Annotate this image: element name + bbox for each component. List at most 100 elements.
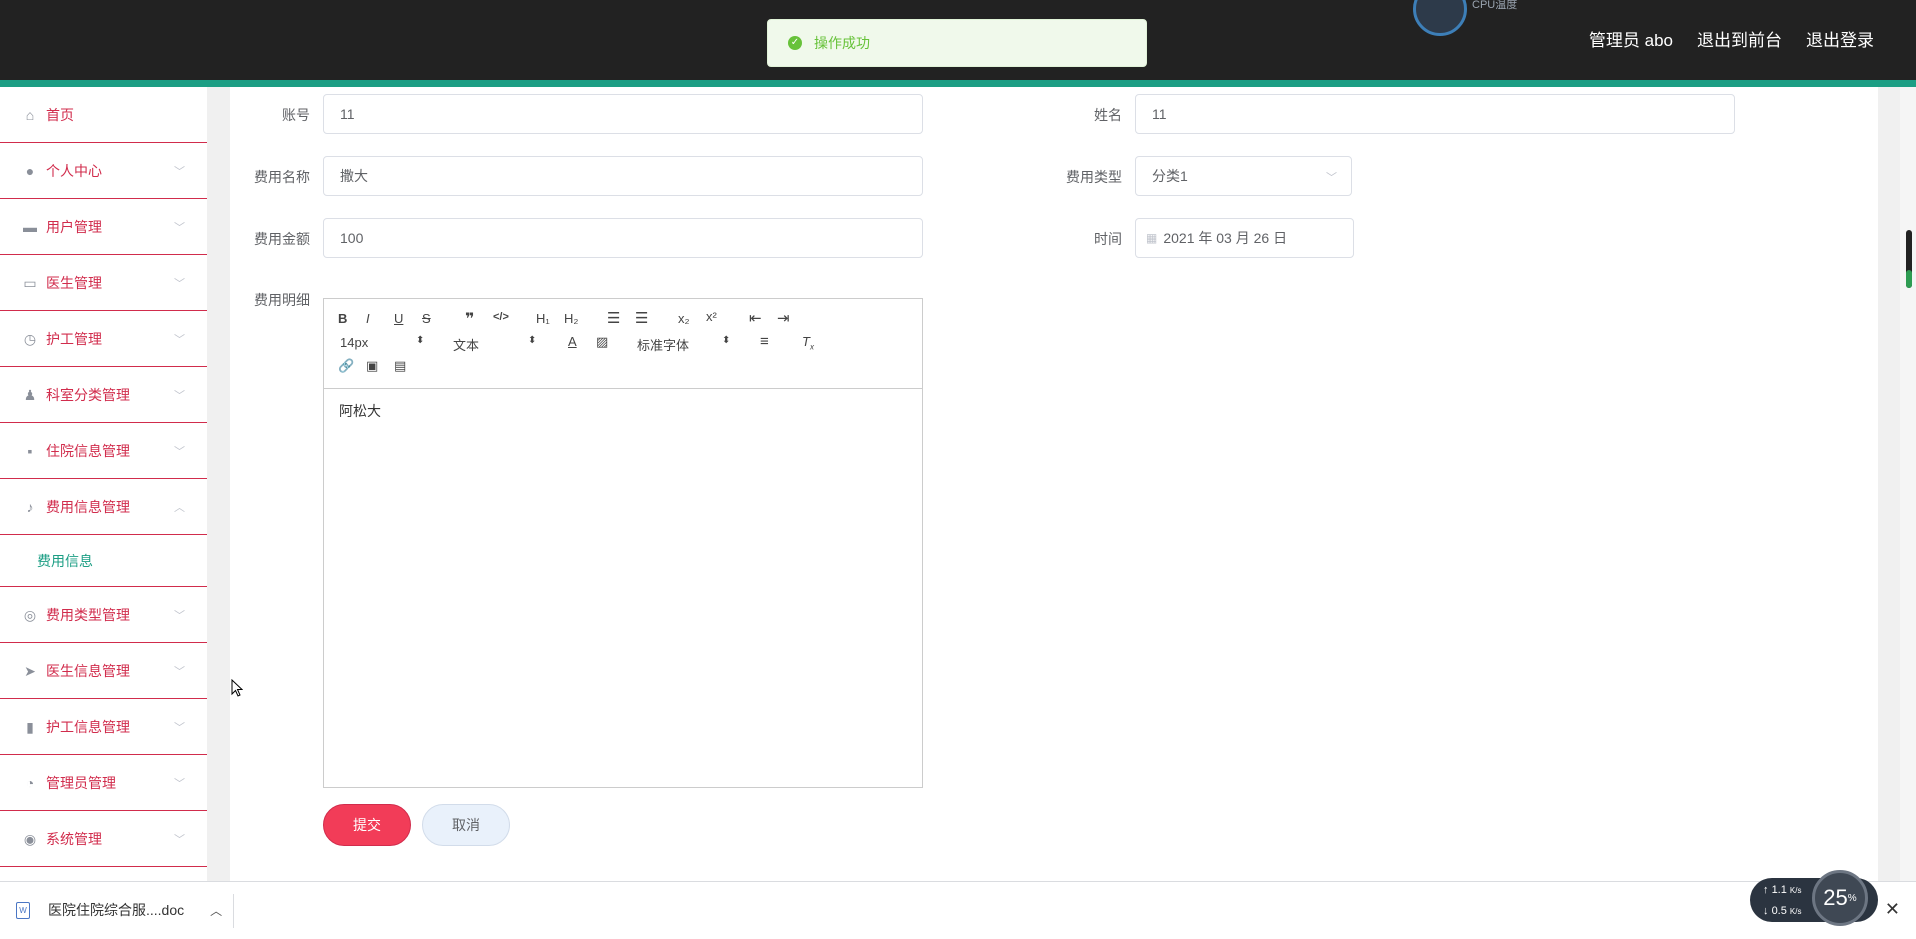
- home-icon: ⌂: [25, 106, 35, 123]
- bar-chart-icon: ▮: [26, 718, 34, 735]
- sidebar-item-label: 费用类型管理: [46, 606, 130, 623]
- date-value: 2021 年 03 月 26 日: [1163, 230, 1288, 246]
- editor-content[interactable]: 阿松大: [324, 389, 922, 433]
- sidebar-item-personal-center[interactable]: ● 个人中心 ﹀: [0, 143, 207, 199]
- sidebar-item-home[interactable]: ⌂ 首页: [0, 87, 207, 143]
- monitor-icon: ▭: [23, 274, 37, 291]
- header-select[interactable]: 文本: [453, 335, 479, 354]
- close-icon[interactable]: ✕: [1885, 899, 1900, 920]
- account-input[interactable]: 11: [323, 94, 923, 134]
- cpu-temperature-widget[interactable]: [1413, 0, 1467, 36]
- name-input[interactable]: 11: [1135, 94, 1735, 134]
- sidebar-item-label: 个人中心: [46, 162, 102, 179]
- sidebar-item-user-management[interactable]: ▬ 用户管理 ﹀: [0, 199, 207, 255]
- underline-icon[interactable]: U: [394, 311, 403, 326]
- date-input[interactable]: ▦ 2021 年 03 月 26 日: [1135, 218, 1354, 258]
- indent-icon[interactable]: ⇥: [777, 309, 790, 327]
- sidebar-item-label: 医生管理: [46, 274, 102, 291]
- font-size-select[interactable]: 14px: [340, 335, 368, 350]
- sidebar-item-department-category[interactable]: ♟ 科室分类管理 ﹀: [0, 367, 207, 423]
- page-scrollbar[interactable]: [1900, 87, 1916, 881]
- link-icon[interactable]: 🔗: [338, 358, 354, 374]
- sidebar-item-fee-type[interactable]: ◎ 费用类型管理 ﹀: [0, 587, 207, 643]
- globe-icon: ◎: [23, 606, 37, 623]
- chevron-down-icon: ﹀: [1326, 172, 1337, 184]
- sidebar-item-nurse-management[interactable]: ◷ 护工管理 ﹀: [0, 311, 207, 367]
- header-select-value: 文本: [453, 338, 480, 353]
- sidebar-item-nurse-info[interactable]: ▮ 护工信息管理 ﹀: [0, 699, 207, 755]
- fee-amount-label: 费用金额: [254, 231, 310, 247]
- download-speed-value: 0.5: [1771, 905, 1787, 917]
- submit-button[interactable]: 提交: [323, 804, 411, 846]
- download-item[interactable]: W 医院住院综合服....doc ︿: [16, 900, 222, 920]
- updown-icon: ⬍: [416, 335, 425, 346]
- sidebar-item-fee-info[interactable]: ♪ 费用信息管理 ︿: [0, 479, 207, 535]
- chevron-down-icon: ﹀: [174, 666, 185, 678]
- sidebar-item-system-management[interactable]: ◉ 系统管理 ﹀: [0, 811, 207, 867]
- font-color-icon[interactable]: A: [568, 334, 577, 349]
- chevron-down-icon: ﹀: [174, 390, 185, 402]
- italic-icon[interactable]: I: [366, 311, 370, 326]
- chat-icon: ▪: [27, 442, 33, 459]
- sidebar-item-label: 系统管理: [46, 830, 102, 847]
- account-label: 账号: [282, 107, 310, 123]
- font-family-select[interactable]: 标准字体: [637, 335, 689, 354]
- chevron-up-icon[interactable]: ︿: [210, 902, 222, 919]
- image-icon[interactable]: ▣: [366, 358, 378, 374]
- align-icon[interactable]: ≡: [760, 333, 769, 350]
- cancel-button[interactable]: 取消: [422, 804, 510, 846]
- name-label: 姓名: [1094, 107, 1122, 123]
- usage-percent-circle[interactable]: 25%: [1812, 870, 1868, 926]
- doc-file-icon: W: [16, 901, 30, 919]
- mic-icon: ♪: [26, 498, 34, 515]
- code-block-icon[interactable]: </>: [493, 311, 509, 323]
- header1-icon[interactable]: H₁: [536, 311, 550, 326]
- upload-unit: K/s: [1789, 886, 1802, 895]
- sidebar-item-admin-management[interactable]: ◔ 管理员管理 ﹀: [0, 755, 207, 811]
- sidebar-item-label: 护工管理: [46, 330, 102, 347]
- superscript-icon[interactable]: x²: [706, 309, 717, 324]
- bold-icon[interactable]: B: [338, 311, 347, 326]
- ordered-list-icon[interactable]: ☰: [607, 309, 620, 327]
- subscript-icon[interactable]: x₂: [678, 311, 690, 326]
- fee-name-label: 费用名称: [254, 169, 310, 185]
- scrollbar-thumb-accent: [1906, 270, 1912, 288]
- fee-type-select[interactable]: 分类1 ﹀: [1135, 156, 1352, 196]
- outdent-icon[interactable]: ⇤: [749, 309, 762, 327]
- bullet-list-icon[interactable]: ☰: [635, 309, 648, 327]
- upload-speed-value: 1.1: [1771, 884, 1787, 896]
- blockquote-icon[interactable]: ❞: [465, 309, 474, 329]
- fee-name-input[interactable]: 撒大: [323, 156, 923, 196]
- logout-link[interactable]: 退出登录: [1806, 26, 1874, 51]
- header-links: 管理员 abo 退出到前台 退出登录: [1589, 26, 1874, 51]
- fee-amount-input[interactable]: 100: [323, 218, 923, 258]
- chevron-down-icon: ﹀: [174, 166, 185, 178]
- download-file-name: 医院住院综合服....doc: [48, 902, 185, 918]
- chevron-down-icon: ﹀: [174, 610, 185, 622]
- clear-format-icon[interactable]: Tx: [802, 334, 814, 352]
- updown-icon: ⬍: [528, 335, 537, 346]
- mouse-cursor-icon: [231, 679, 243, 697]
- front-page-link[interactable]: 退出到前台: [1697, 26, 1782, 51]
- sidebar-item-inpatient-info[interactable]: ▪ 住院信息管理 ﹀: [0, 423, 207, 479]
- strike-icon[interactable]: S: [422, 311, 431, 326]
- sidebar-item-doctor-management[interactable]: ▭ 医生管理 ﹀: [0, 255, 207, 311]
- chevron-up-icon: ︿: [174, 502, 185, 514]
- target-icon: ◉: [23, 830, 37, 847]
- chevron-down-icon: ﹀: [174, 722, 185, 734]
- header2-icon[interactable]: H₂: [564, 311, 578, 326]
- upload-speed: ↑ 1.1 K/s: [1763, 884, 1802, 896]
- video-icon[interactable]: ▤: [394, 358, 406, 374]
- sidebar-item-label: 科室分类管理: [46, 386, 130, 403]
- sidebar-item-label: 首页: [46, 106, 74, 123]
- send-icon: ➤: [24, 662, 36, 679]
- clock-icon: ◔: [25, 774, 35, 791]
- background-color-icon[interactable]: ▨: [596, 334, 608, 350]
- download-bar: W 医院住院综合服....doc ︿ ✕: [0, 881, 1916, 939]
- sidebar-item-label: 费用信息管理: [46, 498, 130, 515]
- fee-type-label: 费用类型: [1066, 169, 1122, 185]
- sidebar-subitem-fee-info[interactable]: 费用信息: [0, 535, 207, 587]
- usage-percent-value: 25: [1823, 885, 1848, 910]
- sidebar-item-doctor-info[interactable]: ➤ 医生信息管理 ﹀: [0, 643, 207, 699]
- admin-name: 管理员 abo: [1588, 31, 1673, 50]
